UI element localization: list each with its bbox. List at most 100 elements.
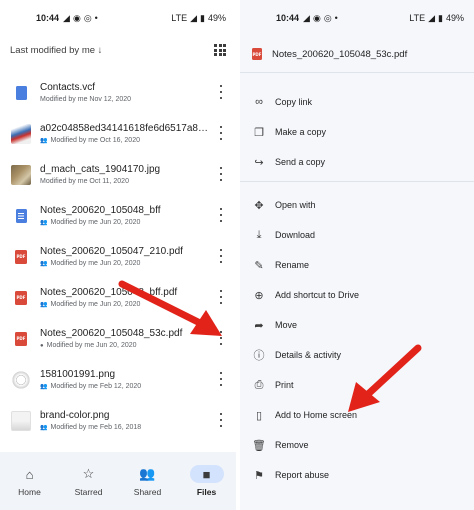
menu-item-label: Make a copy — [275, 127, 327, 137]
file-modified-date: Modified by me Jun 20, 2020 — [50, 219, 141, 226]
file-row[interactable]: PDF Notes_200620_105048_53c.pdf ● Modified … — [0, 318, 236, 359]
file-modified-date: Modified by me Jun 20, 2020 — [46, 342, 137, 349]
file-name: Notes_200620_105048_bff.pdf — [40, 287, 178, 298]
nav-label: Home — [18, 487, 41, 497]
shared-icon: 👥 — [40, 220, 48, 226]
folder-icon: ■ — [189, 465, 224, 483]
more-options-icon[interactable] — [218, 167, 224, 181]
more-options-icon[interactable] — [218, 249, 224, 263]
hotspot-icon: ◎ — [323, 12, 332, 23]
file-thumbnail — [10, 410, 32, 432]
file-name: brand-color.png — [40, 410, 110, 421]
file-name: Contacts.vcf — [40, 82, 96, 93]
file-row[interactable]: PDF Notes_200620_105047_210.pdf 👥 Modified … — [0, 236, 236, 277]
battery-icon: ▮ — [438, 12, 443, 23]
battery-percent: 49% — [445, 13, 464, 23]
menu-item-download[interactable]: ⤓ Download — [240, 221, 474, 249]
nav-label: Shared — [133, 487, 162, 497]
nav-label: Starred — [74, 487, 103, 497]
menu-item-report-abuse[interactable]: ⚑ Report abuse — [240, 461, 474, 489]
menu-item-make-a-copy[interactable]: ❐ Make a copy — [240, 118, 474, 146]
menu-item-label: Details & activity — [275, 350, 342, 360]
more-options-icon[interactable] — [218, 413, 224, 427]
menu-item-copy-link[interactable]: ∞ Copy link — [240, 88, 474, 116]
file-modified-date: Modified by me Oct 11, 2020 — [40, 178, 129, 185]
pdf-file-icon: PDF — [15, 290, 27, 305]
shared-icon: 👥 — [40, 384, 48, 390]
menu-item-label: Send a copy — [275, 157, 326, 167]
grid-view-icon[interactable] — [214, 44, 226, 56]
move-icon: ➦ — [254, 319, 264, 332]
menu-item-label: Rename — [275, 260, 310, 270]
file-name: Notes_200620_105048_53c.pdf — [40, 328, 183, 339]
send-icon: ↪ — [254, 156, 264, 169]
sort-button[interactable]: Last modified by me ↓ — [10, 45, 214, 56]
more-options-icon[interactable] — [218, 85, 224, 99]
print-icon: ⎙ — [254, 378, 264, 391]
rename-icon: ✎ — [254, 259, 264, 272]
file-thumbnail — [10, 369, 32, 391]
menu-item-print[interactable]: ⎙ Print — [240, 371, 474, 399]
menu-item-add-to-home-screen[interactable]: ▯ Add to Home screen — [240, 401, 474, 429]
file-modified-date: Modified by me Jun 20, 2020 — [50, 301, 141, 308]
menu-item-label: Open with — [275, 200, 316, 210]
file-thumbnail: PDF — [10, 328, 32, 350]
more-notifications-icon: • — [94, 13, 98, 23]
notification-icon: ◉ — [312, 12, 321, 23]
file-list: Contacts.vcf Modified by me Nov 12, 2020 a… — [0, 72, 236, 441]
people-icon: 👥 — [139, 466, 156, 481]
file-row[interactable]: a02c04858ed34141618fe6d6517a8a... 👥 Modifi… — [0, 113, 236, 154]
more-options-icon[interactable] — [218, 208, 224, 222]
nav-starred[interactable]: ☆ Starred — [59, 452, 118, 510]
sheet-title: Notes_200620_105048_53c.pdf — [272, 48, 408, 60]
shared-icon: 👥 — [40, 425, 48, 431]
file-row[interactable]: PDF Notes_200620_105048_bff.pdf 👥 Modified … — [0, 277, 236, 318]
more-options-icon[interactable] — [218, 290, 224, 304]
status-time: 10:44 — [276, 13, 300, 23]
more-options-icon[interactable] — [218, 126, 224, 140]
file-modified-date: Modified by me Feb 12, 2020 — [50, 383, 142, 390]
sort-bar: Last modified by me ↓ — [0, 36, 236, 64]
sort-label: Last modified by me — [10, 44, 96, 56]
file-row[interactable]: Contacts.vcf Modified by me Nov 12, 2020 — [0, 72, 236, 113]
more-options-icon[interactable] — [218, 372, 224, 386]
battery-icon: ▮ — [200, 12, 205, 23]
file-row[interactable]: Notes_200620_105048_bff 👥 Modified by me J… — [0, 195, 236, 236]
file-thumbnail: PDF — [10, 246, 32, 268]
menu-item-open-with[interactable]: ✥ Open with — [240, 191, 474, 219]
file-row[interactable]: brand-color.png 👥 Modified by me Feb 16, 2… — [0, 400, 236, 441]
network-type: LTE — [171, 13, 188, 23]
pdf-file-icon: PDF — [15, 331, 27, 346]
menu-item-label: Report abuse — [275, 470, 330, 480]
more-options-icon[interactable] — [218, 331, 224, 345]
file-row[interactable]: 1581001991.png 👥 Modified by me Feb 12, 20… — [0, 359, 236, 400]
info-icon: ⓘ — [253, 350, 265, 362]
file-row[interactable]: d_mach_cats_1904170.jpg Modified by me Oc… — [0, 154, 236, 195]
menu-item-remove[interactable]: 🗑 Remove — [240, 431, 474, 459]
copy-icon: ❐ — [254, 126, 264, 139]
signal-icon: ◢ — [428, 12, 436, 23]
menu-item-label: Print — [275, 380, 294, 390]
menu-item-add-shortcut-to-drive[interactable]: ⊕ Add shortcut to Drive — [240, 281, 474, 309]
nav-shared[interactable]: 👥 Shared — [118, 452, 177, 510]
link-icon: ∞ — [255, 96, 263, 108]
pdf-file-icon: PDF — [252, 48, 262, 60]
menu-item-move[interactable]: ➦ Move — [240, 311, 474, 339]
menu-item-rename[interactable]: ✎ Rename — [240, 251, 474, 279]
contact-file-icon — [15, 85, 27, 100]
image-thumbnail — [11, 164, 31, 185]
menu-item-label: Add to Home screen — [275, 410, 358, 420]
menu-item-label: Remove — [275, 440, 309, 450]
menu-item-send-a-copy[interactable]: ↪ Send a copy — [240, 148, 474, 176]
telegram-icon: ◢ — [303, 12, 310, 23]
shortcut-icon: ⊕ — [254, 289, 264, 302]
home-icon: ⌂ — [25, 466, 34, 482]
nav-home[interactable]: ⌂ Home — [0, 452, 59, 510]
nav-files[interactable]: ■ Files — [177, 452, 236, 510]
menu-item-details-activity[interactable]: ⓘ Details & activity — [240, 341, 474, 369]
file-thumbnail — [10, 123, 32, 145]
file-thumbnail — [10, 82, 32, 104]
file-thumbnail: PDF — [10, 287, 32, 309]
shared-icon: 👥 — [40, 261, 48, 267]
menu-item-label: Copy link — [275, 97, 313, 107]
